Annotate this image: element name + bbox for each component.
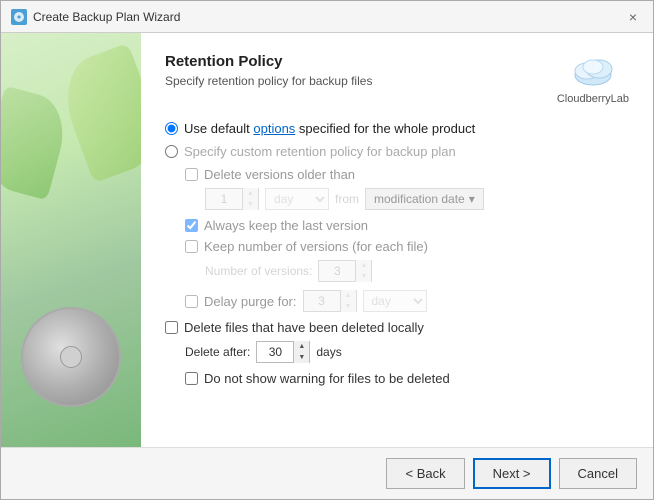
form-area: Use default options specified for the wh… bbox=[165, 121, 629, 427]
page-subtitle: Specify retention policy for backup file… bbox=[165, 74, 372, 88]
delay-up[interactable]: ▲ bbox=[340, 290, 356, 301]
back-button[interactable]: < Back bbox=[386, 458, 464, 489]
brand-logo: CloudberryLab bbox=[557, 53, 629, 105]
delete-versions-unit-select[interactable]: day week month bbox=[265, 188, 329, 210]
mod-date-label: modification date bbox=[374, 192, 465, 206]
app-icon bbox=[11, 9, 27, 25]
checkbox-delete-files-label: Delete files that have been deleted loca… bbox=[184, 320, 424, 335]
leaf-decoration-2 bbox=[1, 86, 73, 201]
delete-after-spinner: 30 ▲ ▼ bbox=[256, 341, 310, 363]
checkbox-delete-files-row: Delete files that have been deleted loca… bbox=[165, 320, 629, 335]
delay-down[interactable]: ▼ bbox=[340, 301, 356, 312]
radio-default[interactable] bbox=[165, 122, 178, 135]
delay-purge-section: Delay purge for: 3 ▲ ▼ day week bbox=[185, 290, 629, 312]
delete-after-spinner-buttons: ▲ ▼ bbox=[293, 341, 309, 363]
delay-unit-select[interactable]: day week month bbox=[363, 290, 427, 312]
num-versions-value[interactable]: 3 bbox=[319, 261, 355, 281]
modification-date-button[interactable]: modification date ▾ bbox=[365, 188, 484, 210]
days-label: days bbox=[316, 345, 341, 359]
checkbox-keep-last-label: Always keep the last version bbox=[204, 218, 368, 233]
titlebar: Create Backup Plan Wizard × bbox=[1, 1, 653, 33]
titlebar-left: Create Backup Plan Wizard bbox=[11, 9, 180, 25]
keep-count-section: Keep number of versions (for each file) … bbox=[185, 239, 629, 282]
content-area: Retention Policy Specify retention polic… bbox=[1, 33, 653, 447]
page-header: Retention Policy Specify retention polic… bbox=[165, 53, 629, 105]
delete-after-up[interactable]: ▲ bbox=[293, 341, 309, 352]
close-button[interactable]: × bbox=[623, 7, 643, 27]
delete-after-value[interactable]: 30 bbox=[257, 342, 293, 362]
checkbox-keep-last[interactable] bbox=[185, 219, 198, 232]
num-versions-label: Number of versions: bbox=[205, 264, 312, 278]
checkbox-keep-count-row: Keep number of versions (for each file) bbox=[185, 239, 629, 254]
left-panel bbox=[1, 33, 141, 447]
custom-section: Delete versions older than 1 ▲ ▼ bbox=[165, 167, 629, 312]
checkbox-keep-count-label: Keep number of versions (for each file) bbox=[204, 239, 428, 254]
radio-custom[interactable] bbox=[165, 145, 178, 158]
num-versions-up[interactable]: ▲ bbox=[355, 260, 371, 271]
delete-after-label: Delete after: bbox=[185, 345, 250, 359]
keep-last-section: Always keep the last version bbox=[185, 218, 629, 233]
options-link[interactable]: options bbox=[253, 121, 295, 136]
brand-name: CloudberryLab bbox=[557, 93, 629, 105]
num-versions-spinner-buttons: ▲ ▼ bbox=[355, 260, 371, 282]
checkbox-delay[interactable] bbox=[185, 295, 198, 308]
disc-decoration bbox=[21, 307, 121, 407]
page-header-text: Retention Policy Specify retention polic… bbox=[165, 53, 372, 88]
delete-after-down[interactable]: ▼ bbox=[293, 352, 309, 363]
from-label: from bbox=[335, 192, 359, 206]
delete-versions-value[interactable]: 1 bbox=[206, 189, 242, 209]
checkbox-keep-count[interactable] bbox=[185, 240, 198, 253]
leaf-decoration-1 bbox=[53, 43, 141, 183]
delay-value[interactable]: 3 bbox=[304, 291, 340, 311]
radio-default-row: Use default options specified for the wh… bbox=[165, 121, 629, 136]
checkbox-delete-versions-row: Delete versions older than bbox=[185, 167, 629, 182]
checkbox-no-warning-label: Do not show warning for files to be dele… bbox=[204, 371, 450, 386]
delete-versions-section: Delete versions older than 1 ▲ ▼ bbox=[185, 167, 629, 210]
checkbox-delete-versions[interactable] bbox=[185, 168, 198, 181]
delete-versions-up[interactable]: ▲ bbox=[242, 188, 258, 199]
checkbox-delete-versions-label: Delete versions older than bbox=[204, 167, 355, 182]
checkbox-no-warning[interactable] bbox=[185, 372, 198, 385]
delete-versions-controls: 1 ▲ ▼ day week month fr bbox=[205, 188, 629, 210]
checkbox-delete-files[interactable] bbox=[165, 321, 178, 334]
checkbox-keep-last-row: Always keep the last version bbox=[185, 218, 629, 233]
delete-versions-spinner: 1 ▲ ▼ bbox=[205, 188, 259, 210]
radio-default-label: Use default options specified for the wh… bbox=[184, 121, 475, 136]
delay-purge-row: Delay purge for: 3 ▲ ▼ day week bbox=[185, 290, 629, 312]
next-button[interactable]: Next > bbox=[473, 458, 551, 489]
delete-versions-spinner-buttons: ▲ ▼ bbox=[242, 188, 258, 210]
delete-after-row: Delete after: 30 ▲ ▼ days bbox=[185, 341, 629, 363]
radio-custom-label: Specify custom retention policy for back… bbox=[184, 144, 456, 159]
num-versions-spinner: 3 ▲ ▼ bbox=[318, 260, 372, 282]
checkbox-no-warning-row: Do not show warning for files to be dele… bbox=[185, 371, 629, 386]
page-title: Retention Policy bbox=[165, 53, 372, 70]
window-title: Create Backup Plan Wizard bbox=[33, 10, 180, 24]
delete-versions-down[interactable]: ▼ bbox=[242, 199, 258, 210]
radio-custom-row: Specify custom retention policy for back… bbox=[165, 144, 629, 159]
right-panel: Retention Policy Specify retention polic… bbox=[141, 33, 653, 447]
mod-date-arrow: ▾ bbox=[469, 192, 475, 206]
num-versions-down[interactable]: ▼ bbox=[355, 271, 371, 282]
delay-spinner: 3 ▲ ▼ bbox=[303, 290, 357, 312]
num-versions-row: Number of versions: 3 ▲ ▼ bbox=[205, 260, 629, 282]
cancel-button[interactable]: Cancel bbox=[559, 458, 637, 489]
delay-spinner-buttons: ▲ ▼ bbox=[340, 290, 356, 312]
wizard-window: Create Backup Plan Wizard × Retention Po… bbox=[0, 0, 654, 500]
footer: < Back Next > Cancel bbox=[1, 447, 653, 499]
checkbox-delay-label: Delay purge for: bbox=[204, 294, 297, 309]
brand-icon-svg bbox=[569, 53, 617, 89]
